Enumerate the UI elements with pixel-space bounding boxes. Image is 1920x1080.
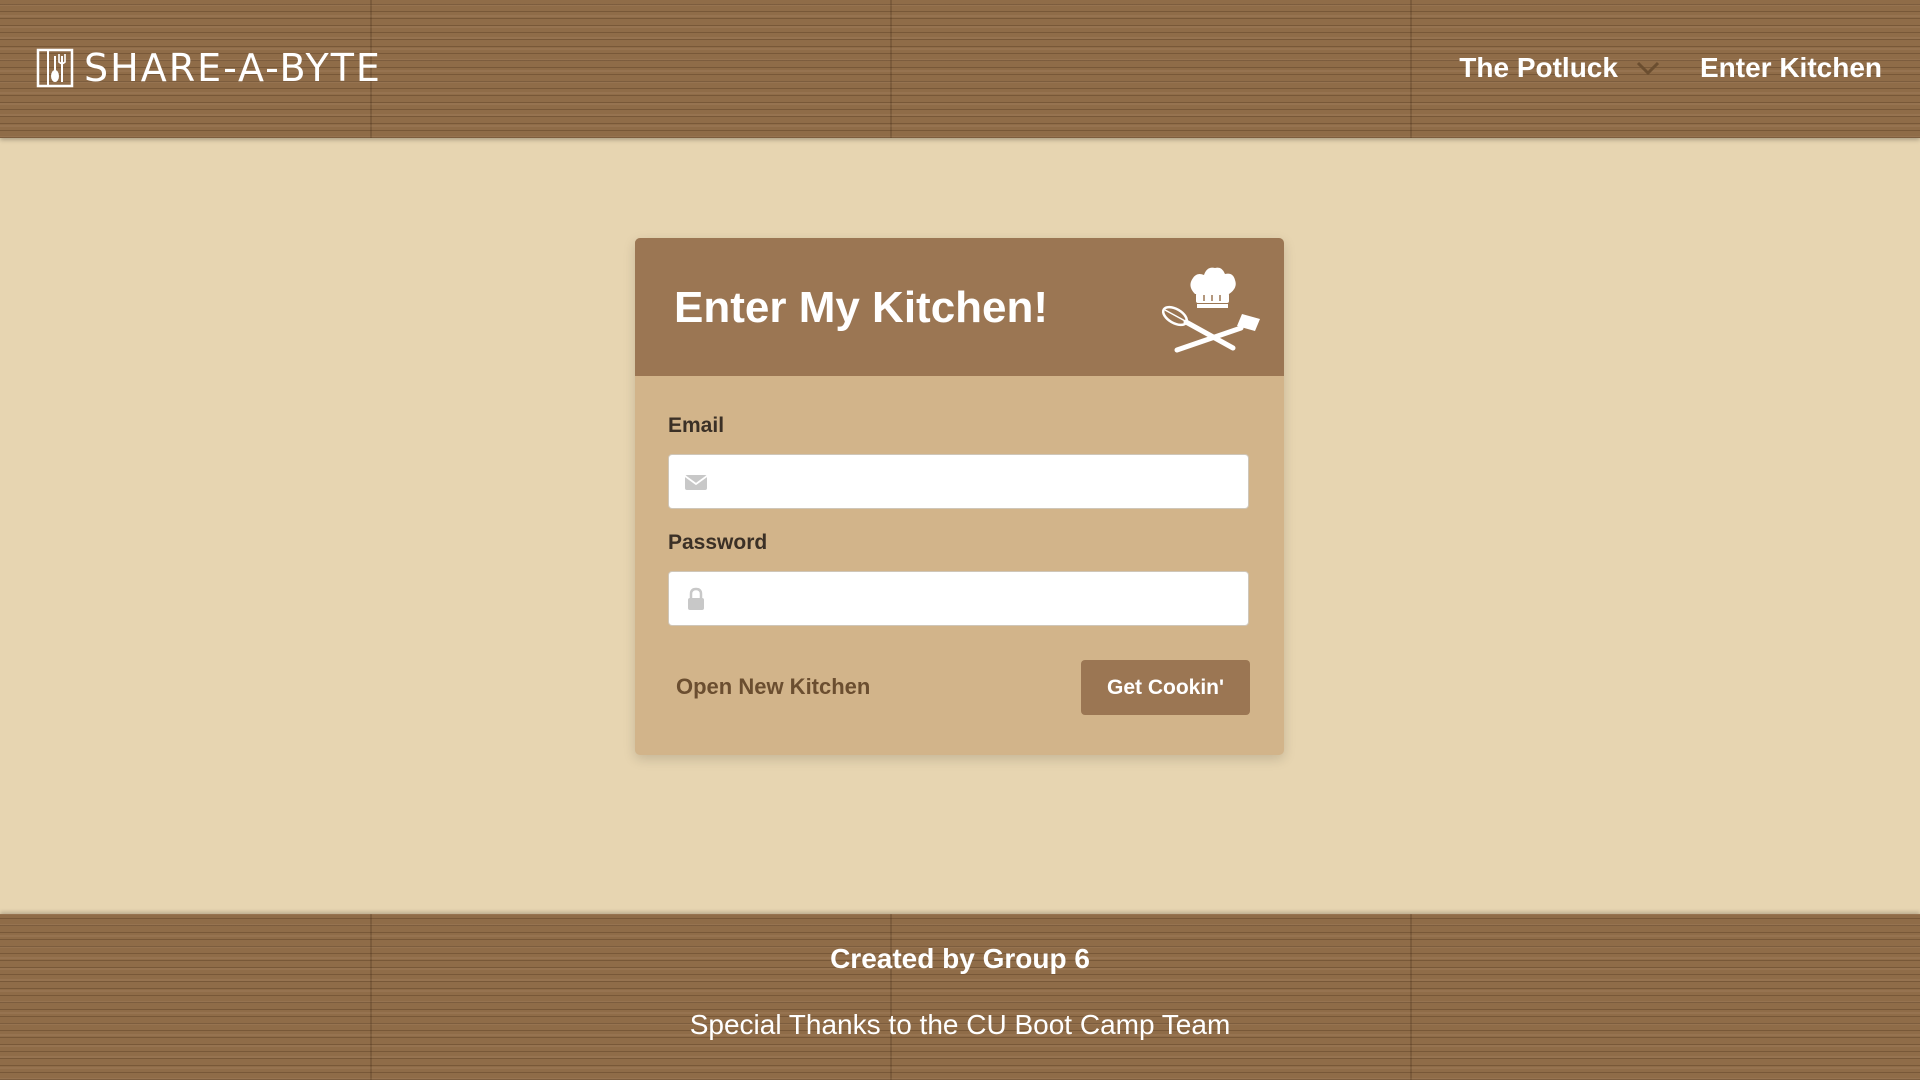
lock-icon	[688, 587, 704, 610]
nav-item-the-potluck[interactable]: The Potluck	[1459, 52, 1660, 84]
footer-credits: Created by Group 6	[830, 943, 1090, 974]
get-cookin-button[interactable]: Get Cookin'	[1081, 660, 1250, 715]
nav-item-enter-kitchen[interactable]: Enter Kitchen	[1700, 52, 1882, 84]
nav-menu: The Potluck Enter Kitchen	[1459, 46, 1882, 90]
email-label: Email	[668, 414, 725, 437]
footer-thanks: Special Thanks to the CU Boot Camp Team	[689, 1009, 1231, 1040]
open-new-kitchen-link[interactable]: Open New Kitchen	[676, 674, 870, 700]
email-field-wrapper	[668, 454, 1249, 510]
login-card: Enter My Kitchen! Email Password Open Ne…	[635, 238, 1284, 755]
password-field-wrapper	[668, 571, 1249, 627]
card-header: Enter My Kitchen!	[635, 238, 1284, 376]
nav-item-label: Enter Kitchen	[1699, 52, 1882, 83]
brand-name: SHARE-A-BYTE	[84, 46, 382, 90]
envelope-icon	[684, 475, 708, 490]
password-field[interactable]	[719, 572, 1243, 627]
nav-item-label: The Potluck	[1459, 52, 1618, 83]
password-label: Password	[668, 531, 768, 554]
card-title: Enter My Kitchen!	[674, 283, 1049, 332]
footer: Created by Group 6 Special Thanks to the…	[0, 914, 1920, 1080]
email-field[interactable]	[719, 455, 1243, 510]
navbar: SHARE-A-BYTE The Potluck Enter Kitchen	[0, 0, 1920, 138]
utensils-logo-icon	[36, 48, 74, 88]
chevron-down-icon	[1636, 61, 1660, 76]
chef-hat-crossed-utensils-icon	[1161, 267, 1260, 353]
brand-logo[interactable]: SHARE-A-BYTE	[36, 48, 382, 88]
